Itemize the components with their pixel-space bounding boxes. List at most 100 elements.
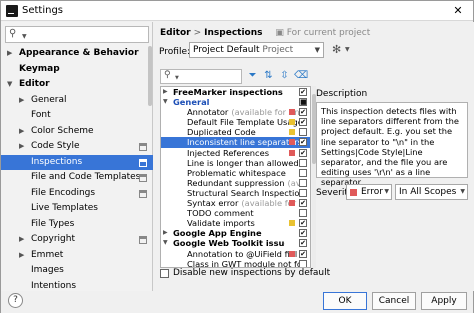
sidebar-item-keymap[interactable]: Keymap <box>1 62 153 78</box>
collapse-all-icon[interactable]: ⇳ <box>278 69 291 82</box>
close-icon[interactable]: ✕ <box>443 1 473 21</box>
inspection-item[interactable]: Problematic whitespace <box>161 168 310 178</box>
gear-icon[interactable]: ✻ <box>332 43 341 56</box>
inspection-item[interactable]: Annotation to @UiField fiel ✔ <box>161 249 310 259</box>
inspection-item[interactable]: Redundant suppression(available <box>161 178 310 188</box>
chevron-right-icon[interactable]: ▶ <box>7 46 12 62</box>
breadcrumb-page: Inspections <box>204 28 263 38</box>
inspection-item[interactable]: Validate imports ✔ <box>161 218 310 228</box>
inspection-checkbox[interactable]: ✔ <box>299 108 307 117</box>
inspection-item[interactable]: TODO comment <box>161 208 310 218</box>
chevron-down-icon[interactable]: ▼ <box>163 238 168 248</box>
reset-icon[interactable]: ⌫ <box>294 69 308 82</box>
disable-new-checkbox[interactable] <box>160 269 169 278</box>
sidebar-item-label: Images <box>31 265 64 275</box>
profile-value: Project Default <box>193 45 260 55</box>
inspection-checkbox[interactable] <box>299 158 307 167</box>
inspection-checkbox[interactable] <box>299 209 307 218</box>
inspection-name: Redundant suppression <box>187 177 285 188</box>
sidebar-item-code-style[interactable]: ▶ Code Style <box>1 139 153 155</box>
inspection-item[interactable]: Class in GWT module not fo <box>161 259 310 267</box>
inspection-name: Google App Engine <box>173 228 262 239</box>
chevron-down-icon[interactable]: ▼ <box>345 46 350 53</box>
sidebar-item-emmet[interactable]: ▶ Emmet <box>1 248 153 264</box>
inspection-checkbox[interactable] <box>299 259 307 267</box>
inspection-item[interactable]: Inconsistent line separators ✔ <box>161 137 310 148</box>
inspection-group[interactable]: ▶ FreeMarker inspections ✔ <box>161 87 310 97</box>
sidebar-item-general[interactable]: ▶ General <box>1 93 153 109</box>
expand-all-icon[interactable]: ⇅ <box>262 69 275 82</box>
sidebar-item-live-templates[interactable]: Live Templates <box>1 201 153 217</box>
inspection-item[interactable]: Annotator (available for An ✔ <box>161 107 310 117</box>
sidebar-item-inspections[interactable]: Inspections <box>1 154 153 170</box>
sidebar-item-images[interactable]: Images <box>1 263 153 279</box>
app-icon <box>6 5 18 17</box>
search-icon: ⚲ <box>9 28 17 39</box>
inspection-checkbox[interactable]: ■ <box>299 98 307 107</box>
sidebar-item-file-types[interactable]: File Types <box>1 217 153 233</box>
inspection-checkbox[interactable]: ✔ <box>299 88 307 96</box>
inspection-item[interactable]: Syntax error(available for Ar✔ <box>161 198 310 208</box>
chevron-right-icon[interactable]: ▶ <box>19 139 24 155</box>
filter-icon[interactable]: ⏷ <box>246 69 259 82</box>
inspection-checkbox[interactable]: ✔ <box>299 229 307 238</box>
inspection-checkbox[interactable] <box>299 188 307 197</box>
breadcrumb-separator: > <box>193 28 202 38</box>
sidebar-item-editor[interactable]: ▼ Editor <box>1 77 153 93</box>
chevron-down-icon[interactable]: ▼ <box>7 77 12 93</box>
profile-select[interactable]: Project Default Project ▼ <box>189 42 324 58</box>
inspection-item[interactable]: Line is longer than allowed b <box>161 158 310 168</box>
chevron-down-icon[interactable]: ▼ <box>163 97 168 107</box>
chevron-right-icon[interactable]: ▶ <box>19 232 24 248</box>
chevron-right-icon[interactable]: ▶ <box>19 248 24 264</box>
inspection-item[interactable]: Injected References ✔ <box>161 148 310 158</box>
inspection-checkbox[interactable]: ✔ <box>299 219 307 228</box>
inspection-checkbox[interactable]: ✔ <box>299 148 307 157</box>
inspection-checkbox[interactable]: ✔ <box>299 199 307 208</box>
scope-select[interactable]: In All Scopes ▼ <box>395 184 468 200</box>
inspection-label: Duplicated Code <box>187 127 299 137</box>
sidebar-item-label: Keymap <box>19 63 60 74</box>
inspection-checkbox[interactable]: ✔ <box>299 118 307 127</box>
cancel-button[interactable]: Cancel <box>372 292 416 310</box>
inspection-name: Injected References <box>187 147 270 158</box>
inspection-label: Redundant suppression(available <box>187 178 299 188</box>
inspection-search-input[interactable]: ⚲ ▼ <box>160 69 242 84</box>
chevron-right-icon[interactable]: ▶ <box>163 87 168 97</box>
inspection-item[interactable]: Duplicated Code <box>161 127 310 137</box>
inspection-label: General <box>173 97 285 107</box>
project-icon <box>139 143 147 151</box>
severity-color-swatch <box>289 149 295 156</box>
sidebar-item-appearance-behavior[interactable]: ▶ Appearance & Behavior <box>1 46 153 62</box>
inspection-checkbox[interactable] <box>299 178 307 187</box>
chevron-right-icon[interactable]: ▶ <box>19 93 24 109</box>
chevron-right-icon[interactable]: ▶ <box>163 228 168 238</box>
ok-button[interactable]: OK <box>323 292 367 310</box>
inspection-group[interactable]: ▼ Google Web Toolkit issues ✔ <box>161 238 310 248</box>
inspection-label: Default File Template Usage <box>187 117 299 127</box>
inspection-checkbox[interactable]: ✔ <box>299 249 307 258</box>
inspection-item[interactable]: Structural Search Inspection <box>161 188 310 198</box>
sidebar-item-font[interactable]: Font <box>1 108 153 124</box>
help-button[interactable]: ? <box>8 293 23 308</box>
sidebar-item-file-and-code-templates[interactable]: File and Code Templates <box>1 170 153 186</box>
inspection-checkbox[interactable]: ✔ <box>299 138 307 147</box>
inspection-checkbox[interactable] <box>299 168 307 177</box>
settings-search-input[interactable]: ⚲ ▼ <box>5 26 149 43</box>
sidebar-item-file-encodings[interactable]: File Encodings <box>1 186 153 202</box>
breadcrumb: Editor > Inspections ▣ For current project <box>160 28 370 38</box>
inspection-checkbox[interactable]: ✔ <box>299 239 307 248</box>
sidebar-item-label: Inspections <box>31 156 83 167</box>
settings-tree: ▶ Appearance & Behavior Keymap ▼ Editor ▶ Gene… <box>1 46 153 294</box>
apply-button[interactable]: Apply <box>421 292 467 310</box>
sidebar-item-color-scheme[interactable]: ▶ Color Scheme <box>1 124 153 140</box>
inspection-group[interactable]: ▼ General ■ <box>161 97 310 107</box>
inspection-group[interactable]: ▶ Google App Engine ✔ <box>161 228 310 238</box>
inspection-item[interactable]: Default File Template Usage ✔ <box>161 117 310 127</box>
sidebar-scrollbar[interactable] <box>148 46 152 106</box>
sidebar-item-copyright[interactable]: ▶ Copyright <box>1 232 153 248</box>
inspection-checkbox[interactable] <box>299 128 307 137</box>
chevron-down-icon[interactable]: ▼ <box>22 33 27 40</box>
severity-select[interactable]: Error ▼ <box>346 184 392 200</box>
chevron-right-icon[interactable]: ▶ <box>19 124 24 140</box>
